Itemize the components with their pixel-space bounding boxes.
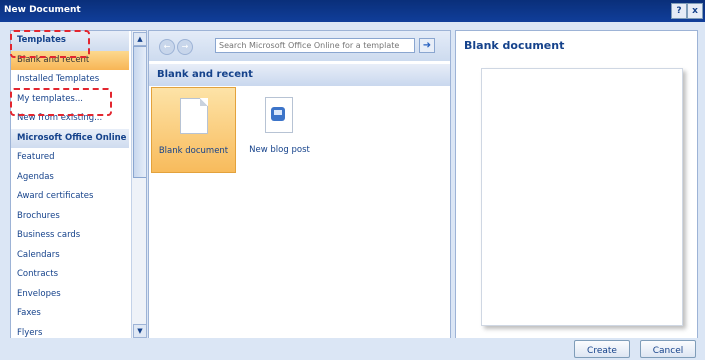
tile-blank-document[interactable]: Blank document: [151, 87, 236, 173]
sidebar-item-business-cards[interactable]: Business cards: [11, 226, 129, 246]
sidebar-item-envelopes[interactable]: Envelopes: [11, 285, 129, 305]
scroll-up-icon[interactable]: ▲: [133, 32, 146, 46]
sidebar-item-new-from-existing[interactable]: New from existing...: [11, 109, 129, 129]
section-header: Blank and recent: [149, 64, 450, 86]
cancel-button[interactable]: Cancel: [640, 340, 696, 358]
blank-document-icon: [180, 98, 208, 134]
template-categories-pane: Templates Blank and recent Installed Tem…: [10, 30, 147, 340]
tile-label: Blank document: [158, 146, 229, 156]
dialog-footer: Create Cancel: [0, 338, 705, 360]
sidebar-item-blank-and-recent[interactable]: Blank and recent: [11, 50, 129, 70]
preview-title: Blank document: [464, 39, 565, 52]
blog-post-icon: [265, 97, 293, 133]
sidebar-item-award-certificates[interactable]: Award certificates: [11, 187, 129, 207]
template-categories-list: Templates Blank and recent Installed Tem…: [11, 31, 129, 339]
back-arrow-icon[interactable]: ←: [159, 39, 175, 55]
scrollbar-thumb[interactable]: [133, 46, 146, 178]
scroll-down-icon[interactable]: ▼: [133, 324, 146, 338]
help-button[interactable]: ?: [671, 3, 687, 19]
sidebar-item-featured[interactable]: Featured: [11, 148, 129, 168]
close-button[interactable]: x: [687, 3, 703, 19]
tile-new-blog-post[interactable]: New blog post: [237, 87, 322, 173]
sidebar-item-calendars[interactable]: Calendars: [11, 246, 129, 266]
template-search-input[interactable]: [215, 38, 415, 53]
sidebar-scrollbar[interactable]: ▲ ▼: [131, 31, 146, 339]
preview-page-thumbnail: [481, 68, 683, 326]
sidebar-item-brochures[interactable]: Brochures: [11, 207, 129, 227]
search-go-icon[interactable]: ➜: [419, 38, 435, 53]
preview-pane: Blank document: [455, 30, 698, 340]
window-title: New Document: [4, 5, 81, 15]
title-bar: New Document ? x: [0, 0, 705, 22]
template-gallery-pane: ← → ➜ Blank and recent Blank document Ne…: [148, 30, 451, 340]
sidebar-item-agendas[interactable]: Agendas: [11, 168, 129, 188]
search-bar: ← → ➜: [149, 31, 450, 61]
create-button[interactable]: Create: [574, 340, 630, 358]
new-document-dialog: New Document ? x Templates Blank and rec…: [0, 0, 705, 360]
tile-label: New blog post: [249, 145, 310, 155]
sidebar-item-contracts[interactable]: Contracts: [11, 265, 129, 285]
sidebar-group-office-online: Microsoft Office Online: [11, 128, 129, 148]
sidebar-item-installed-templates[interactable]: Installed Templates: [11, 70, 129, 90]
forward-arrow-icon[interactable]: →: [177, 39, 193, 55]
sidebar-item-faxes[interactable]: Faxes: [11, 304, 129, 324]
sidebar-group-templates: Templates: [11, 31, 129, 51]
sidebar-item-my-templates[interactable]: My templates...: [11, 90, 129, 110]
